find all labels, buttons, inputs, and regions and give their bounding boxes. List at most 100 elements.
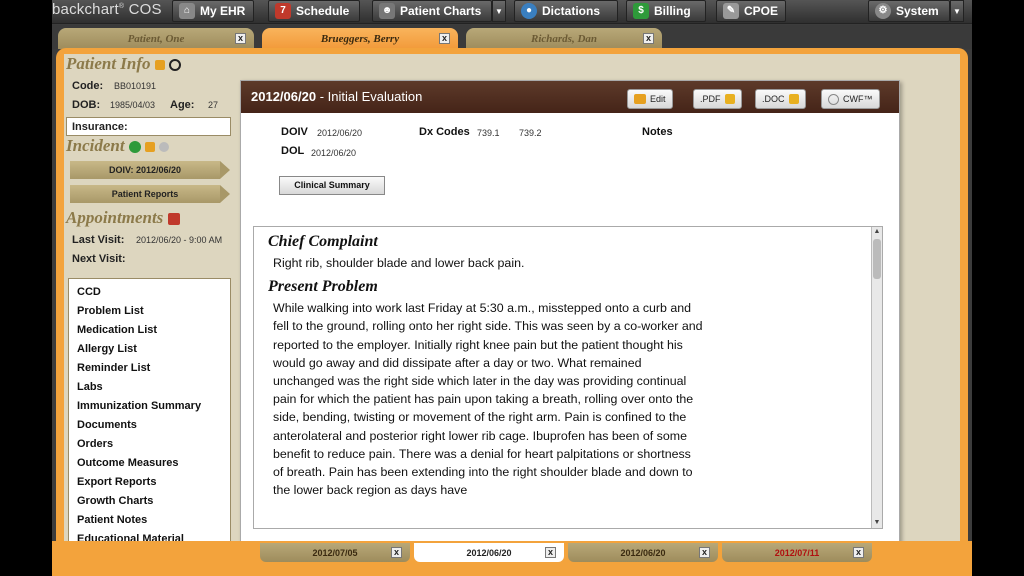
close-icon[interactable]: x [643, 33, 654, 44]
pencil-icon[interactable] [145, 142, 156, 153]
present-problem-text: While walking into work last Friday at 5… [273, 301, 703, 498]
note-scrollbar[interactable]: ▲ ▼ [871, 227, 882, 528]
patient-tab-one[interactable]: Patient, One x [58, 28, 254, 49]
close-icon[interactable]: x [853, 547, 864, 558]
system-dropdown[interactable]: ▼ [950, 0, 964, 22]
patient-sidebar: Patient Info Code: BB010191 DOB: 1985/04… [64, 54, 244, 576]
chart-body: Patient Info Code: BB010191 DOB: 1985/04… [64, 54, 960, 576]
lock-icon [788, 94, 799, 104]
calendar-icon: 7 [275, 3, 291, 19]
clinical-summary-button[interactable]: Clinical Summary [279, 176, 385, 195]
dol-label: DOL [281, 145, 305, 157]
dob-label: DOB: [72, 99, 101, 111]
top-nav: backchart® COS ⌂ My EHR 7 Schedule ☻ Pat… [52, 0, 972, 24]
cpoe-button[interactable]: ✎ CPOE [716, 0, 786, 22]
patient-tab-brueggers[interactable]: Brueggers, Berry x [262, 28, 458, 49]
code-label: Code: [72, 80, 104, 92]
dob-value: 1985/04/03 [110, 100, 156, 110]
date-tab[interactable]: 2012/07/05 x [260, 543, 410, 562]
refresh-icon [828, 93, 839, 105]
present-problem-heading: Present Problem [268, 278, 378, 296]
dx-codes-label: Dx Codes [419, 126, 470, 138]
age-value: 27 [208, 100, 219, 110]
app-window: backchart® COS ⌂ My EHR 7 Schedule ☻ Pat… [52, 0, 972, 576]
date-tab[interactable]: 2012/07/11 x [722, 543, 872, 562]
cwf-button[interactable]: CWF™ [821, 89, 880, 109]
dol-value: 2012/06/20 [311, 148, 357, 158]
pdf-button[interactable]: .PDF [693, 89, 742, 109]
patient-charts-dropdown[interactable]: ▼ [492, 0, 506, 22]
doiv-button[interactable]: DOIV: 2012/06/20 [70, 161, 230, 179]
insurance-field: Insurance: [66, 117, 231, 136]
pencil-icon [634, 94, 646, 104]
pencil-icon[interactable] [154, 60, 165, 71]
system-button[interactable]: ⚙ System [868, 0, 950, 22]
brand-logo: backchart® COS [52, 1, 162, 18]
patient-tabs: Patient, One x Brueggers, Berry x Richar… [52, 25, 972, 49]
age-label: Age: [170, 99, 195, 111]
patient-tab-richards[interactable]: Richards, Dan x [466, 28, 662, 49]
home-icon: ⌂ [179, 3, 195, 19]
close-icon[interactable]: x [391, 547, 402, 558]
chief-complaint-text: Right rib, shoulder blade and lower back… [273, 256, 525, 270]
calendar-icon[interactable] [167, 213, 180, 226]
add-icon[interactable] [128, 141, 141, 154]
gear-icon: ⚙ [875, 3, 891, 19]
scroll-down-icon[interactable]: ▼ [873, 519, 881, 527]
patient-charts-button[interactable]: ☻ Patient Charts [372, 0, 492, 22]
incident-title: Incident [66, 136, 170, 156]
list-item[interactable]: Documents [69, 416, 230, 435]
date-tab-active[interactable]: 2012/06/20 x [414, 543, 564, 562]
list-item[interactable]: Orders [69, 435, 230, 454]
close-icon[interactable]: x [439, 33, 450, 44]
edit-button[interactable]: Edit [627, 89, 673, 109]
schedule-button[interactable]: 7 Schedule [268, 0, 360, 22]
billing-button[interactable]: $ Billing [626, 0, 706, 22]
patient-chart-container: Patient Info Code: BB010191 DOB: 1985/04… [56, 48, 968, 576]
list-item[interactable]: Export Reports [69, 473, 230, 492]
visit-date-tabs: 2012/07/05 x 2012/06/20 x 2012/06/20 x 2… [52, 541, 972, 576]
dx-code: 739.2 [519, 128, 542, 138]
doc-button[interactable]: .DOC [755, 89, 806, 109]
patient-reports-button[interactable]: Patient Reports [70, 185, 230, 203]
evaluation-panel: 2012/06/20 - Initial Evaluation Edit .PD… [240, 80, 900, 576]
chief-complaint-heading: Chief Complaint [268, 233, 378, 250]
dictations-button[interactable]: ● Dictations [514, 0, 618, 22]
last-visit-label: Last Visit: [72, 234, 125, 246]
list-item[interactable]: Labs [69, 378, 230, 397]
close-icon[interactable]: x [235, 33, 246, 44]
list-item[interactable]: Outcome Measures [69, 454, 230, 473]
date-tab[interactable]: 2012/06/20 x [568, 543, 718, 562]
document-icon: ✎ [723, 3, 739, 19]
dx-code: 739.1 [477, 128, 500, 138]
list-item[interactable]: Medication List [69, 321, 230, 340]
close-icon[interactable]: x [545, 547, 556, 558]
patient-info-title: Patient Info [66, 54, 182, 74]
doiv-label: DOIV [281, 126, 308, 138]
evaluation-note[interactable]: Chief Complaint Right rib, shoulder blad… [253, 226, 883, 529]
doiv-value: 2012/06/20 [317, 128, 363, 138]
next-visit-label: Next Visit: [72, 253, 126, 265]
evaluation-title: - Initial Evaluation [316, 89, 423, 104]
scroll-thumb[interactable] [873, 239, 881, 279]
code-value: BB010191 [114, 81, 157, 91]
speech-bubble-icon: ● [521, 3, 537, 19]
list-item[interactable]: Growth Charts [69, 492, 230, 511]
search-icon[interactable] [159, 142, 170, 153]
appointments-title: Appointments [66, 208, 180, 228]
list-item[interactable]: Reminder List [69, 359, 230, 378]
close-icon[interactable]: x [699, 547, 710, 558]
list-item[interactable]: Patient Notes [69, 511, 230, 530]
list-item[interactable]: Problem List [69, 302, 230, 321]
notes-label: Notes [642, 126, 673, 138]
my-ehr-button[interactable]: ⌂ My EHR [172, 0, 254, 22]
list-item[interactable]: Allergy List [69, 340, 230, 359]
circle-icon[interactable] [169, 59, 182, 72]
last-visit-value: 2012/06/20 - 9:00 AM [136, 235, 223, 245]
scroll-up-icon[interactable]: ▲ [873, 228, 881, 236]
list-item[interactable]: CCD [69, 283, 230, 302]
dollar-icon: $ [633, 3, 649, 19]
lock-icon [724, 94, 735, 104]
list-item[interactable]: Immunization Summary [69, 397, 230, 416]
evaluation-date: 2012/06/20 [251, 89, 317, 104]
